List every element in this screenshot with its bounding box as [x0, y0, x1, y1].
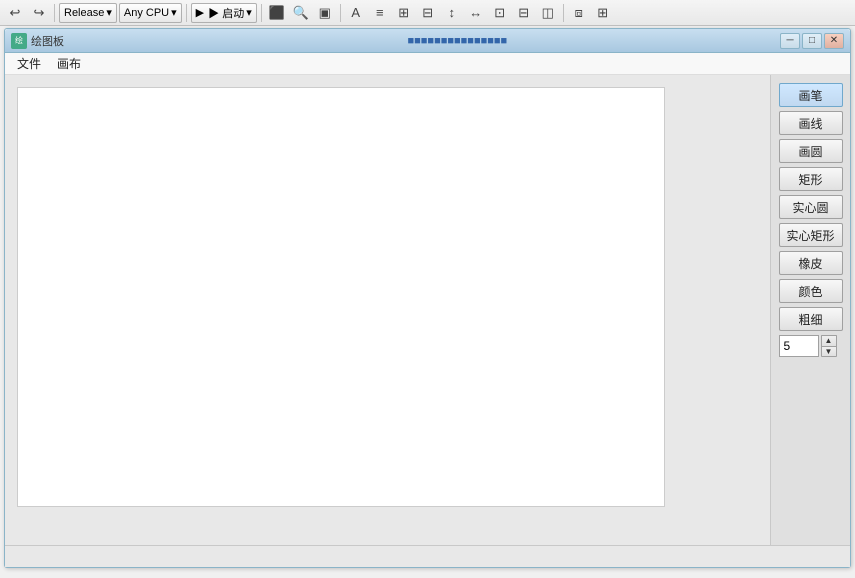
- size-spinbox: ▲ ▼: [779, 335, 843, 357]
- start-button[interactable]: ▶ ▶ 启动 ▾: [191, 3, 257, 23]
- status-bar: [5, 545, 850, 567]
- spin-down-button[interactable]: ▼: [821, 346, 837, 357]
- tool-rect-label: 矩形: [798, 171, 822, 188]
- tool-color-label: 颜色: [798, 283, 822, 300]
- menu-file-label: 文件: [17, 57, 41, 71]
- config-label: Release: [64, 7, 104, 19]
- app-icon-text: 绘: [15, 35, 23, 46]
- toolbar-sep-3: [261, 4, 262, 22]
- tool-rect[interactable]: 矩形: [779, 167, 843, 191]
- toolbar-icon-7[interactable]: ⊟: [417, 3, 439, 23]
- toolbar-sep-1: [54, 4, 55, 22]
- menu-canvas[interactable]: 画布: [49, 53, 89, 74]
- toolbar-icon-8[interactable]: ↕: [441, 3, 463, 23]
- toolbar-icon-12[interactable]: ◫: [537, 3, 559, 23]
- tool-circle[interactable]: 画圆: [779, 139, 843, 163]
- tool-eraser-label: 橡皮: [798, 255, 822, 272]
- main-area: 画笔 画线 画圆 矩形 实心圆 实心矩形 橡皮 颜色: [5, 75, 850, 545]
- toolbar-icon-13[interactable]: ⧈: [568, 3, 590, 23]
- tool-filled-circle[interactable]: 实心圆: [779, 195, 843, 219]
- window-title-path: ■■■■■■■■■■■■■■■: [404, 35, 781, 47]
- toolbar-sep-2: [186, 4, 187, 22]
- toolbar-icon-10[interactable]: ⊡: [489, 3, 511, 23]
- config-dropdown[interactable]: Release ▾: [59, 3, 117, 23]
- window-title: 绘图板: [31, 33, 404, 49]
- tool-pencil[interactable]: 画笔: [779, 83, 843, 107]
- toolbar-icon-5[interactable]: ≡: [369, 3, 391, 23]
- tool-color[interactable]: 颜色: [779, 279, 843, 303]
- restore-icon: □: [809, 35, 815, 46]
- app-window: 绘 绘图板 ■■■■■■■■■■■■■■■ ─ □ ✕ 文件 画布: [4, 28, 851, 568]
- minimize-icon: ─: [786, 35, 793, 46]
- toolbar-icon-3[interactable]: ▣: [314, 3, 336, 23]
- toolbar-icon-4[interactable]: A: [345, 3, 367, 23]
- drawing-canvas[interactable]: [17, 87, 665, 507]
- tool-eraser[interactable]: 橡皮: [779, 251, 843, 275]
- tool-filled-rect[interactable]: 实心矩形: [779, 223, 843, 247]
- toolbar-icon-11[interactable]: ⊟: [513, 3, 535, 23]
- redo-button[interactable]: ↪: [28, 3, 50, 23]
- platform-dropdown[interactable]: Any CPU ▾: [119, 3, 182, 23]
- undo-button[interactable]: ↩: [4, 3, 26, 23]
- tool-filled-rect-label: 实心矩形: [786, 227, 834, 244]
- platform-label: Any CPU: [124, 7, 169, 19]
- toolbar-icon-14[interactable]: ⊞: [592, 3, 614, 23]
- tool-thickness-label: 粗细: [798, 311, 822, 328]
- start-label: ▶ 启动: [208, 5, 244, 21]
- tool-circle-label: 画圆: [798, 143, 822, 160]
- tool-thickness[interactable]: 粗细: [779, 307, 843, 331]
- window-controls: ─ □ ✕: [780, 33, 844, 49]
- size-input[interactable]: [779, 335, 819, 357]
- tool-filled-circle-label: 实心圆: [792, 199, 828, 216]
- window-titlebar: 绘 绘图板 ■■■■■■■■■■■■■■■ ─ □ ✕: [5, 29, 850, 53]
- menu-canvas-label: 画布: [57, 57, 81, 71]
- right-toolbar: 画笔 画线 画圆 矩形 实心圆 实心矩形 橡皮 颜色: [770, 75, 850, 545]
- app-icon: 绘: [11, 33, 27, 49]
- toolbar-icon-9[interactable]: ↔: [465, 3, 487, 23]
- minimize-button[interactable]: ─: [780, 33, 800, 49]
- spin-up-button[interactable]: ▲: [821, 335, 837, 346]
- toolbar-sep-5: [563, 4, 564, 22]
- tool-line-label: 画线: [798, 115, 822, 132]
- toolbar-icon-1[interactable]: ⬛: [266, 3, 288, 23]
- start-dropdown-arrow: ▾: [246, 6, 252, 19]
- menu-file[interactable]: 文件: [9, 53, 49, 74]
- config-arrow: ▾: [106, 6, 112, 19]
- menubar: 文件 画布: [5, 53, 850, 75]
- tool-pencil-label: 画笔: [798, 87, 822, 104]
- platform-arrow: ▾: [171, 6, 177, 19]
- start-icon: ▶: [196, 6, 204, 19]
- close-icon: ✕: [830, 35, 838, 46]
- ide-toolbar: ↩ ↪ Release ▾ Any CPU ▾ ▶ ▶ 启动 ▾ ⬛ 🔍 ▣ A…: [0, 0, 855, 26]
- toolbar-sep-4: [340, 4, 341, 22]
- close-button[interactable]: ✕: [824, 33, 844, 49]
- spinbox-arrows: ▲ ▼: [821, 335, 837, 357]
- toolbar-icon-2[interactable]: 🔍: [290, 3, 312, 23]
- toolbar-icon-6[interactable]: ⊞: [393, 3, 415, 23]
- tool-line[interactable]: 画线: [779, 111, 843, 135]
- restore-button[interactable]: □: [802, 33, 822, 49]
- canvas-container: [5, 75, 770, 545]
